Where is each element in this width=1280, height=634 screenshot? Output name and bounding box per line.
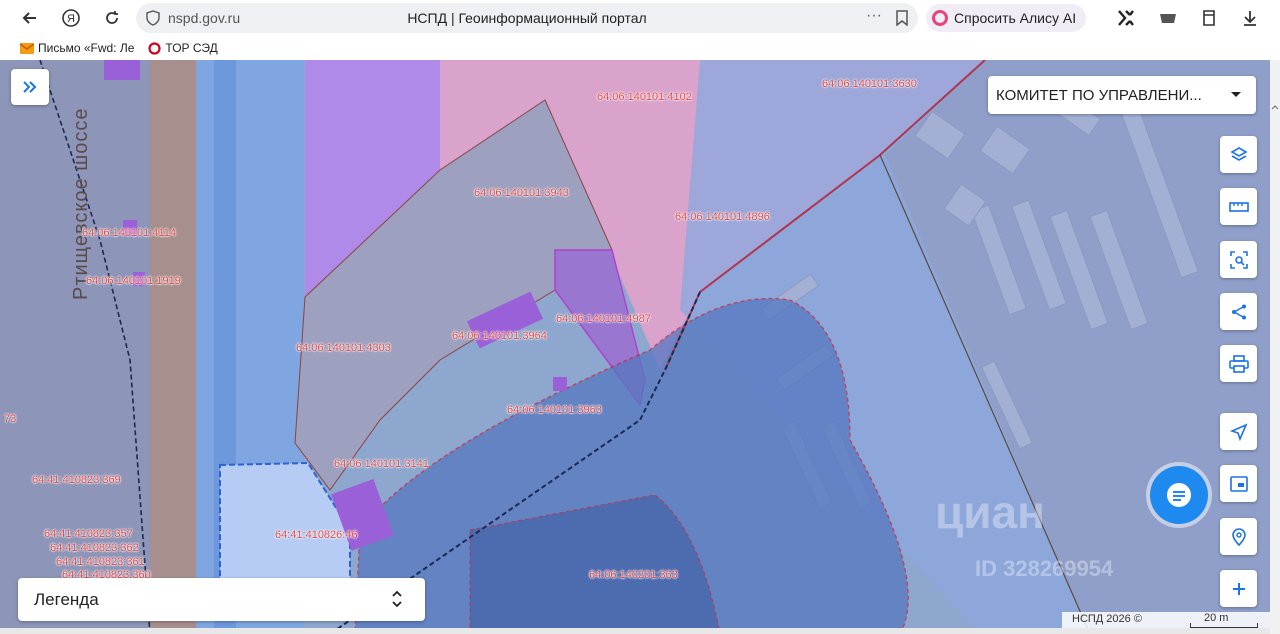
parcel-label: 64:06:140101:3141 [334, 458, 429, 470]
page-title: НСПД | Геоинформационный портал [407, 10, 647, 26]
locate-button[interactable] [1220, 413, 1257, 450]
copyright-text: НСПД 2026 © [1072, 613, 1142, 625]
plus-icon [1232, 582, 1245, 595]
address-bar[interactable]: nspd.gov.ru НСПД | Геоинформационный пор… [136, 3, 918, 33]
back-button[interactable] [12, 0, 48, 36]
measure-button[interactable] [1220, 188, 1257, 225]
caret-down-icon [1231, 92, 1241, 97]
page-scrollbar[interactable] [1270, 60, 1280, 634]
bookmarks-bar: Письмо «Fwd: Ле ТОР СЭД [0, 36, 1280, 61]
zoom-in-button[interactable] [1220, 570, 1257, 607]
area-select-button[interactable] [1220, 241, 1257, 278]
map-layers [0, 60, 1270, 634]
parcel-label: 64:06:140101:4303 [296, 342, 391, 354]
alisa-label: Спросить Алису AI [954, 10, 1077, 26]
extension-logo-icon [1118, 10, 1134, 26]
arrow-left-icon [22, 12, 36, 24]
browser-toolbar: Я nspd.gov.ru НСПД | Геоинформационный п… [0, 0, 1280, 36]
parcel-label: 64:06:140101:3630 [822, 78, 917, 90]
bookmark-item-tor-sed[interactable]: ТОР СЭД [148, 41, 218, 55]
alisa-icon [932, 10, 948, 26]
parcel-label: 64:06:140101:3943 [474, 187, 569, 199]
ruler-icon [1228, 201, 1249, 212]
parcel-label: 64:41:410823:362 [50, 542, 139, 554]
share-button[interactable] [1220, 293, 1257, 330]
layers-icon [1229, 146, 1248, 161]
yandex-icon: Я [62, 9, 80, 27]
extension-button[interactable] [1108, 0, 1144, 36]
reload-button[interactable] [94, 0, 130, 36]
yandex-button[interactable]: Я [53, 0, 89, 36]
parcel-label: 64:41:410823:369 [32, 474, 121, 486]
basemap-icon [1229, 475, 1248, 492]
bookmark-label: ТОР СЭД [165, 41, 218, 55]
svg-text:Я: Я [67, 13, 75, 25]
parcel-label: 73 [4, 413, 17, 425]
printer-icon [1228, 354, 1249, 373]
bookmark-icon[interactable] [895, 10, 909, 26]
parcel-label: 64:06:140101:1919 [86, 275, 181, 287]
area-search-icon [1229, 250, 1248, 269]
navigation-arrow-icon [1229, 422, 1248, 441]
parcel-label: 64:06:140101:4896 [675, 211, 770, 223]
geo-search-button[interactable] [1220, 518, 1257, 555]
collections-button[interactable] [1191, 0, 1227, 36]
basemap-button[interactable] [1220, 465, 1257, 502]
print-button[interactable] [1220, 345, 1257, 382]
legend-panel[interactable]: Легенда [18, 578, 425, 621]
mail-icon [20, 42, 34, 54]
scroll-up-icon [1271, 105, 1279, 110]
parcel-label: 64:06:140101:3964 [452, 330, 547, 342]
cian-watermark-id: ID 328269954 [975, 556, 1114, 581]
circle-logo-icon [148, 41, 162, 55]
parcel-label: 64:06:140101:3963 [507, 404, 602, 416]
bookmark-item-letter[interactable]: Письмо «Fwd: Ле [20, 41, 134, 55]
parcel-label: 64:41:410826:46 [275, 529, 358, 541]
parcel-label: 64:06:140101:4987 [556, 313, 651, 325]
parcel-label: 64:41:410823:361 [56, 556, 145, 568]
cian-watermark: циан [935, 486, 1045, 538]
bookmark-label: Письмо «Fwd: Ле [38, 41, 135, 55]
downloads-bar-button[interactable] [1150, 0, 1186, 36]
collections-icon [1203, 10, 1215, 26]
parcel-label: 64:06:140101:4114 [82, 227, 176, 239]
parcel-label: 64:41:410823:357 [44, 528, 133, 540]
legend-label: Легенда [34, 589, 99, 609]
download-button[interactable] [1232, 0, 1268, 36]
map-canvas[interactable]: Ртищевское шоссе 64:06:140101:4102 64:06… [0, 60, 1270, 634]
road-name-label: Ртищевское шоссе [70, 107, 92, 301]
reload-icon [106, 11, 118, 24]
organization-select-value: КОМИТЕТ ПО УПРАВЛЕНИ... [996, 86, 1202, 104]
more-icon[interactable]: ··· [866, 7, 882, 25]
expand-collapse-icon [392, 590, 402, 608]
ask-alisa-button[interactable]: Спросить Алису AI [926, 4, 1087, 32]
double-chevron-right-icon [23, 81, 37, 93]
parcel-label: 64:06:140101:4102 [597, 91, 692, 103]
expand-sidebar-button[interactable] [11, 69, 49, 105]
drive-icon [1160, 14, 1176, 23]
chat-button[interactable] [1150, 466, 1208, 524]
layers-button[interactable] [1220, 136, 1257, 173]
parcel-label: 64:06:140201:363 [589, 569, 678, 581]
map-attribution: НСПД 2026 © 20 m [1062, 612, 1270, 628]
organization-select[interactable]: КОМИТЕТ ПО УПРАВЛЕНИ... [988, 76, 1256, 114]
status-strip [0, 628, 1270, 634]
download-icon [1244, 11, 1256, 26]
chat-bubble-icon [1167, 483, 1191, 507]
share-icon [1231, 304, 1246, 319]
location-search-icon [1231, 527, 1246, 546]
